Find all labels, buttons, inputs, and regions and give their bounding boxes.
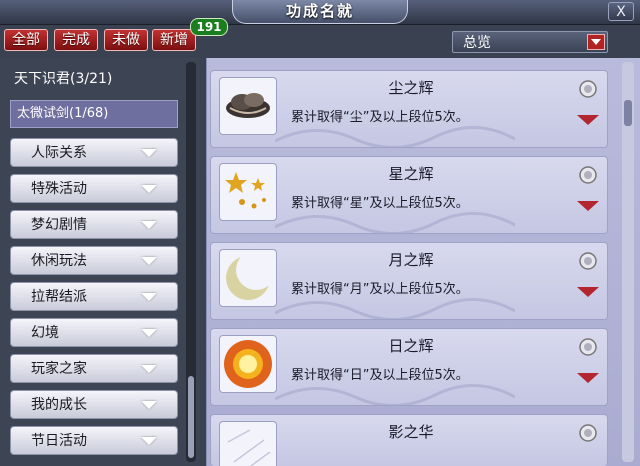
new-count-badge: 191 [190,18,228,36]
achievement-card[interactable]: 尘之辉 累计取得“尘”及以上段位5次。 [210,70,608,148]
achievement-card[interactable]: 影之华 [210,414,608,466]
sidebar-item-taiweishijian[interactable]: 太微试剑(1/68) [10,100,178,128]
medal-icon [579,166,597,184]
achievement-title: 尘之辉 [388,79,434,97]
expand-arrow-icon[interactable] [577,373,599,383]
chevron-down-icon [141,257,157,265]
category-wanjia[interactable]: 玩家之家 [10,354,178,383]
achievement-title: 月之辉 [388,251,434,269]
category-label: 休闲玩法 [31,253,87,269]
category-jieri[interactable]: 节日活动 [10,426,178,455]
achievement-card[interactable]: 月之辉 累计取得“月”及以上段位5次。 [210,242,608,320]
close-button[interactable]: X [608,2,634,21]
category-teshu[interactable]: 特殊活动 [10,174,178,203]
category-label: 人际关系 [31,145,87,161]
medal-icon [579,424,597,442]
category-label: 拉帮结派 [31,289,87,305]
category-bangpai[interactable]: 拉帮结派 [10,282,178,311]
achievement-desc: 累计取得“月”及以上段位5次。 [291,282,469,297]
chevron-down-icon [141,365,157,373]
category-label: 特殊活动 [31,181,87,197]
moon-icon [219,249,277,307]
chevron-down-icon [141,401,157,409]
category-label: 我的成长 [31,397,87,413]
category-renji[interactable]: 人际关系 [10,138,178,167]
expand-arrow-icon[interactable] [577,115,599,125]
window-title: 功成名就 [232,0,408,24]
sun-icon [219,335,277,393]
achievement-desc: 累计取得“日”及以上段位5次。 [291,368,469,383]
category-huanjing[interactable]: 幻境 [10,318,178,347]
overview-select-value: 总览 [463,35,491,51]
filter-all-button[interactable]: 全部 [4,29,48,51]
filter-new-button[interactable]: 新增 [152,29,196,51]
filter-done-button[interactable]: 完成 [54,29,98,51]
category-label: 玩家之家 [31,361,87,377]
category-label: 节日活动 [31,433,87,449]
stars-icon [219,163,277,221]
sidebar-item-tianxiashijun[interactable]: 天下识君(3/21) [14,68,112,90]
category-label: 梦幻剧情 [31,217,87,233]
expand-arrow-icon[interactable] [577,287,599,297]
chevron-down-icon [141,329,157,337]
overview-select[interactable]: 总览 [452,31,608,53]
category-juqing[interactable]: 梦幻剧情 [10,210,178,239]
achievement-desc: 累计取得“尘”及以上段位5次。 [291,110,469,125]
category-label: 幻境 [31,325,59,341]
chevron-down-icon [141,221,157,229]
chevron-down-icon [141,149,157,157]
filter-todo-button[interactable]: 未做 [104,29,148,51]
medal-icon [579,338,597,356]
achievement-card[interactable]: 日之辉 累计取得“日”及以上段位5次。 [210,328,608,406]
cloud-icon [219,77,277,135]
category-xiuxian[interactable]: 休闲玩法 [10,246,178,275]
chevron-down-icon [141,293,157,301]
list-scroll-thumb[interactable] [624,100,632,126]
chevron-down-icon [141,437,157,445]
shadow-icon [219,421,277,466]
category-chengzhang[interactable]: 我的成长 [10,390,178,419]
medal-icon [579,80,597,98]
expand-arrow-icon[interactable] [577,201,599,211]
achievement-title: 影之华 [388,423,434,441]
chevron-down-icon [141,185,157,193]
sidebar-scroll-thumb[interactable] [188,376,194,458]
medal-icon [579,252,597,270]
achievement-card[interactable]: 星之辉 累计取得“星”及以上段位5次。 [210,156,608,234]
chevron-down-icon[interactable] [587,34,605,50]
achievement-desc: 累计取得“星”及以上段位5次。 [291,196,469,211]
achievement-title: 星之辉 [388,165,434,183]
achievement-title: 日之辉 [388,337,434,355]
